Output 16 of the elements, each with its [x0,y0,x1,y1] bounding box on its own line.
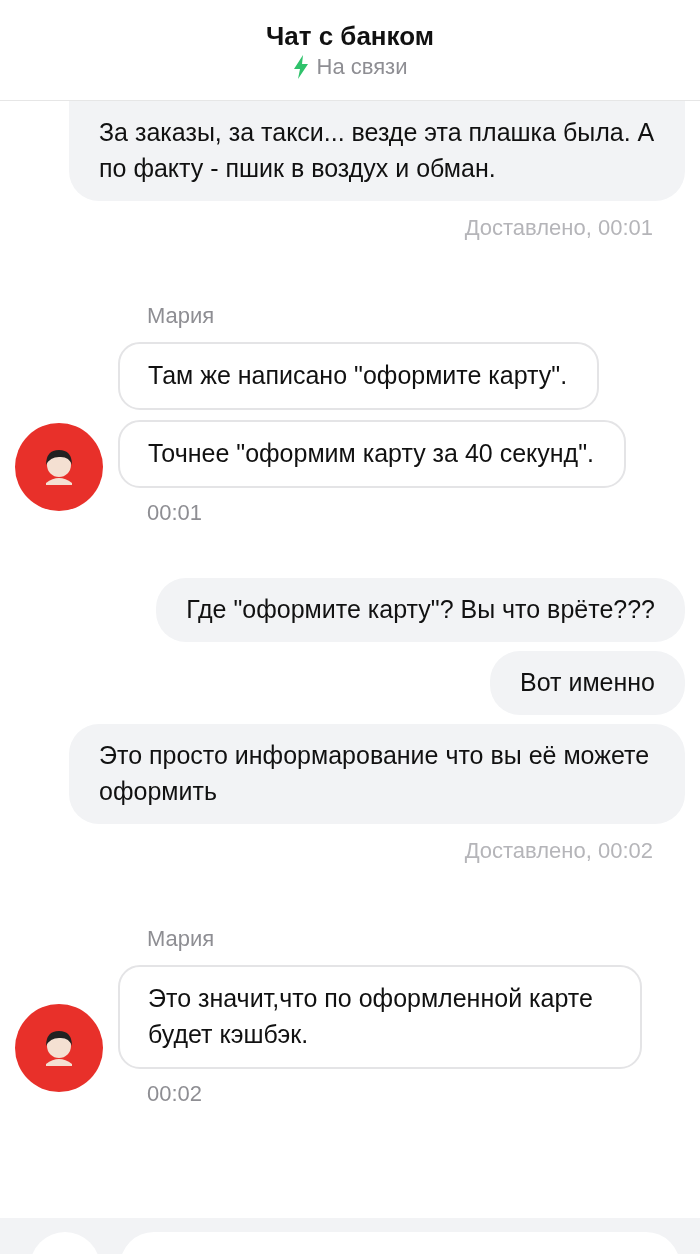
message-bubble: Точнее "оформим карту за 40 секунд". [118,420,627,488]
message-bubble: За заказы, за такси... везде эта плашка была. А по факту - пшик в воздух и обман. [69,101,685,201]
delivery-status: Доставлено, 00:02 [464,837,653,865]
message-bubble: Там же написано "оформите карту". [118,342,600,410]
message-bubble: Где "оформите карту"? Вы что врёте??? [156,578,685,642]
lightning-icon [292,55,309,79]
message-bubble: Это просто информарование что вы её можете оформить [69,724,685,824]
message-time: 00:01 [146,499,204,527]
connection-status: На связи [316,53,408,81]
message-bubble: Вот именно [490,651,685,715]
sender-name: Мария [146,302,216,330]
chat-title: Чат с банком [264,20,435,52]
sender-name: Мария [146,925,216,953]
delivery-status: Доставлено, 00:01 [464,214,653,242]
message-bubble: Это значит,что по оформленной карте будет кэшбэк. [118,965,642,1069]
message-time: 00:02 [146,1080,204,1108]
